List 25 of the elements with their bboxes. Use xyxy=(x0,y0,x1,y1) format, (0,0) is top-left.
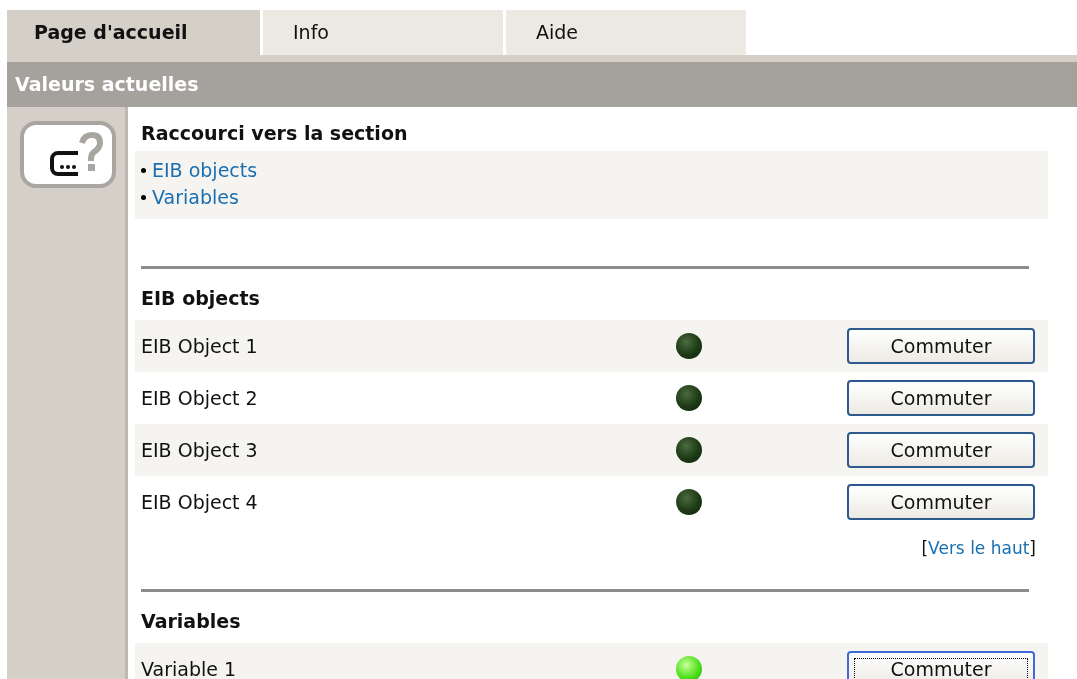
section-link[interactable]: Variables xyxy=(152,184,239,211)
shortcut-title: Raccourci vers la section xyxy=(140,121,409,146)
switch-button[interactable]: Commuter xyxy=(847,651,1035,679)
object-name: EIB Object 3 xyxy=(140,437,259,463)
tab[interactable]: Info xyxy=(260,10,503,55)
section-title: Variables xyxy=(140,609,242,634)
bracket: [ xyxy=(921,537,929,560)
section-link[interactable]: EIB objects xyxy=(152,157,258,184)
tab[interactable]: Page d'accueil xyxy=(7,10,260,55)
switch-button[interactable]: Commuter xyxy=(847,328,1035,364)
tab[interactable]: Aide xyxy=(503,10,746,55)
object-name: EIB Object 4 xyxy=(140,489,259,515)
bullet-icon xyxy=(141,195,146,200)
back-to-top-link[interactable]: Vers le haut xyxy=(928,536,1030,568)
section-title: EIB objects xyxy=(140,286,261,311)
object-name: EIB Object 2 xyxy=(140,385,259,411)
switch-button[interactable]: Commuter xyxy=(847,484,1035,520)
header-title: Valeurs actuelles xyxy=(15,72,199,98)
switch-button[interactable]: Commuter xyxy=(847,432,1035,468)
switch-button[interactable]: Commuter xyxy=(847,380,1035,416)
help-icon xyxy=(20,121,116,188)
bullet-icon xyxy=(141,168,146,173)
object-name: EIB Object 1 xyxy=(140,333,259,359)
object-name: Variable 1 xyxy=(140,656,238,679)
bracket: ] xyxy=(1029,537,1036,560)
